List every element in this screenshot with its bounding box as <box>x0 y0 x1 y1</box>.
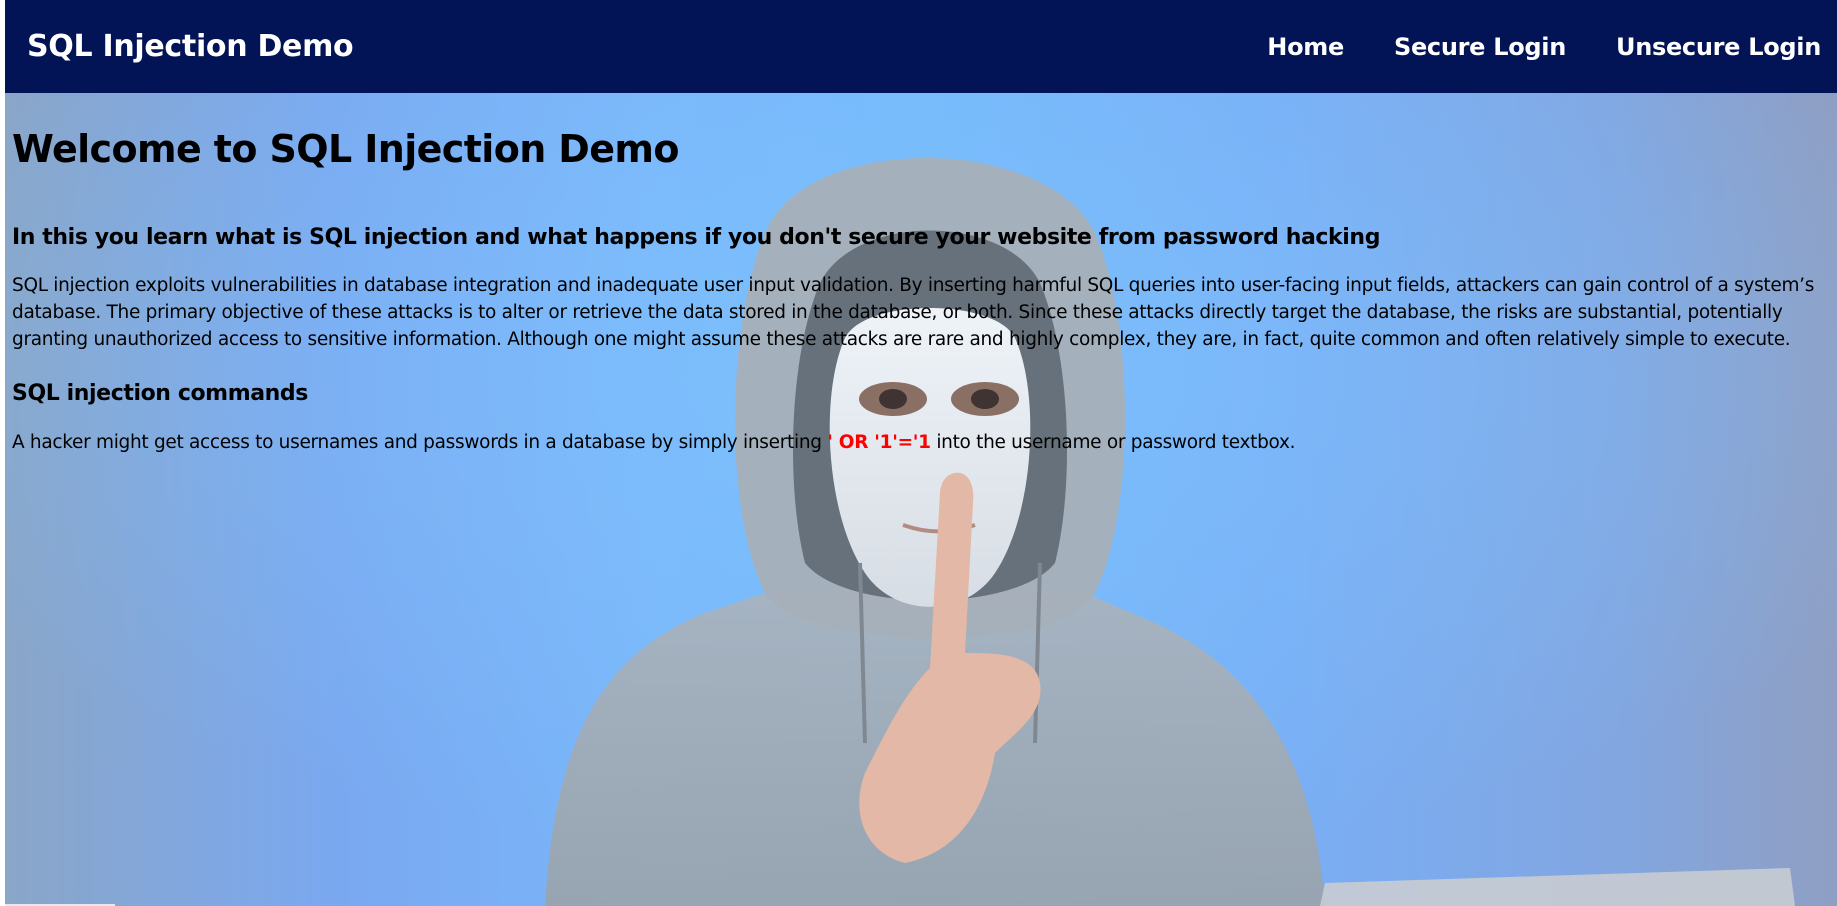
navbar: SQL Injection Demo Home Secure Login Uns… <box>5 0 1837 93</box>
site-brand[interactable]: SQL Injection Demo <box>27 29 354 64</box>
nav-links: Home Secure Login Unsecure Login <box>1217 0 1837 93</box>
page-subtitle: In this you learn what is SQL injection … <box>12 225 1381 250</box>
page-title: Welcome to SQL Injection Demo <box>12 127 680 171</box>
commands-heading: SQL injection commands <box>12 381 308 406</box>
nav-link-unsecure-login[interactable]: Unsecure Login <box>1616 33 1821 61</box>
nav-link-secure-login[interactable]: Secure Login <box>1394 33 1566 61</box>
commands-text-before: A hacker might get access to usernames a… <box>12 432 828 453</box>
commands-paragraph: A hacker might get access to usernames a… <box>12 432 1832 453</box>
injection-string: ' OR '1'='1 <box>827 432 931 453</box>
main-content: Welcome to SQL Injection Demo In this yo… <box>12 93 1832 453</box>
page: SQL Injection Demo Home Secure Login Uns… <box>5 0 1837 906</box>
description-paragraph: SQL injection exploits vulnerabilities i… <box>12 275 1815 350</box>
commands-text-after: into the username or password textbox. <box>930 432 1296 453</box>
nav-link-home[interactable]: Home <box>1267 33 1344 61</box>
